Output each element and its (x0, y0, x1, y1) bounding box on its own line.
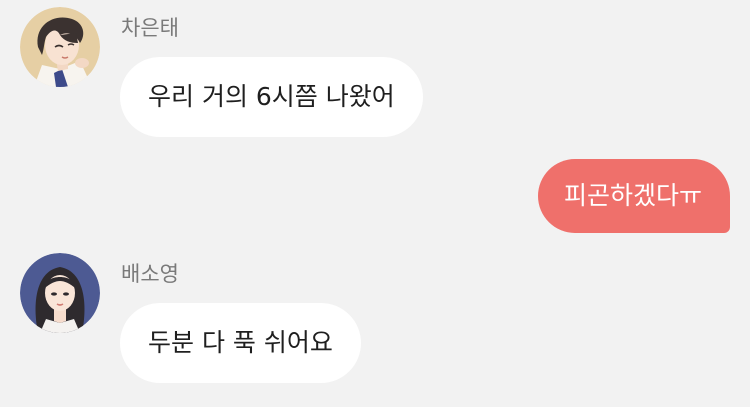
incoming-message-bubble[interactable]: 두분 다 푹 쉬어요 (120, 303, 361, 383)
chat-thread: 차은태 우리 거의 6시쯤 나왔어 피곤하겠다ㅠ 배소영 두분 다 푹 쉬어요 (0, 0, 750, 407)
incoming-message-bubble[interactable]: 우리 거의 6시쯤 나왔어 (120, 57, 423, 137)
sender-avatar[interactable] (20, 7, 100, 87)
sender-name: 차은태 (121, 16, 179, 40)
male-avatar-icon (20, 7, 100, 87)
sender-avatar[interactable] (20, 253, 100, 333)
outgoing-message-bubble[interactable]: 피곤하겠다ㅠ (537, 159, 730, 233)
female-avatar-icon (20, 253, 100, 333)
sender-name: 배소영 (121, 262, 179, 286)
